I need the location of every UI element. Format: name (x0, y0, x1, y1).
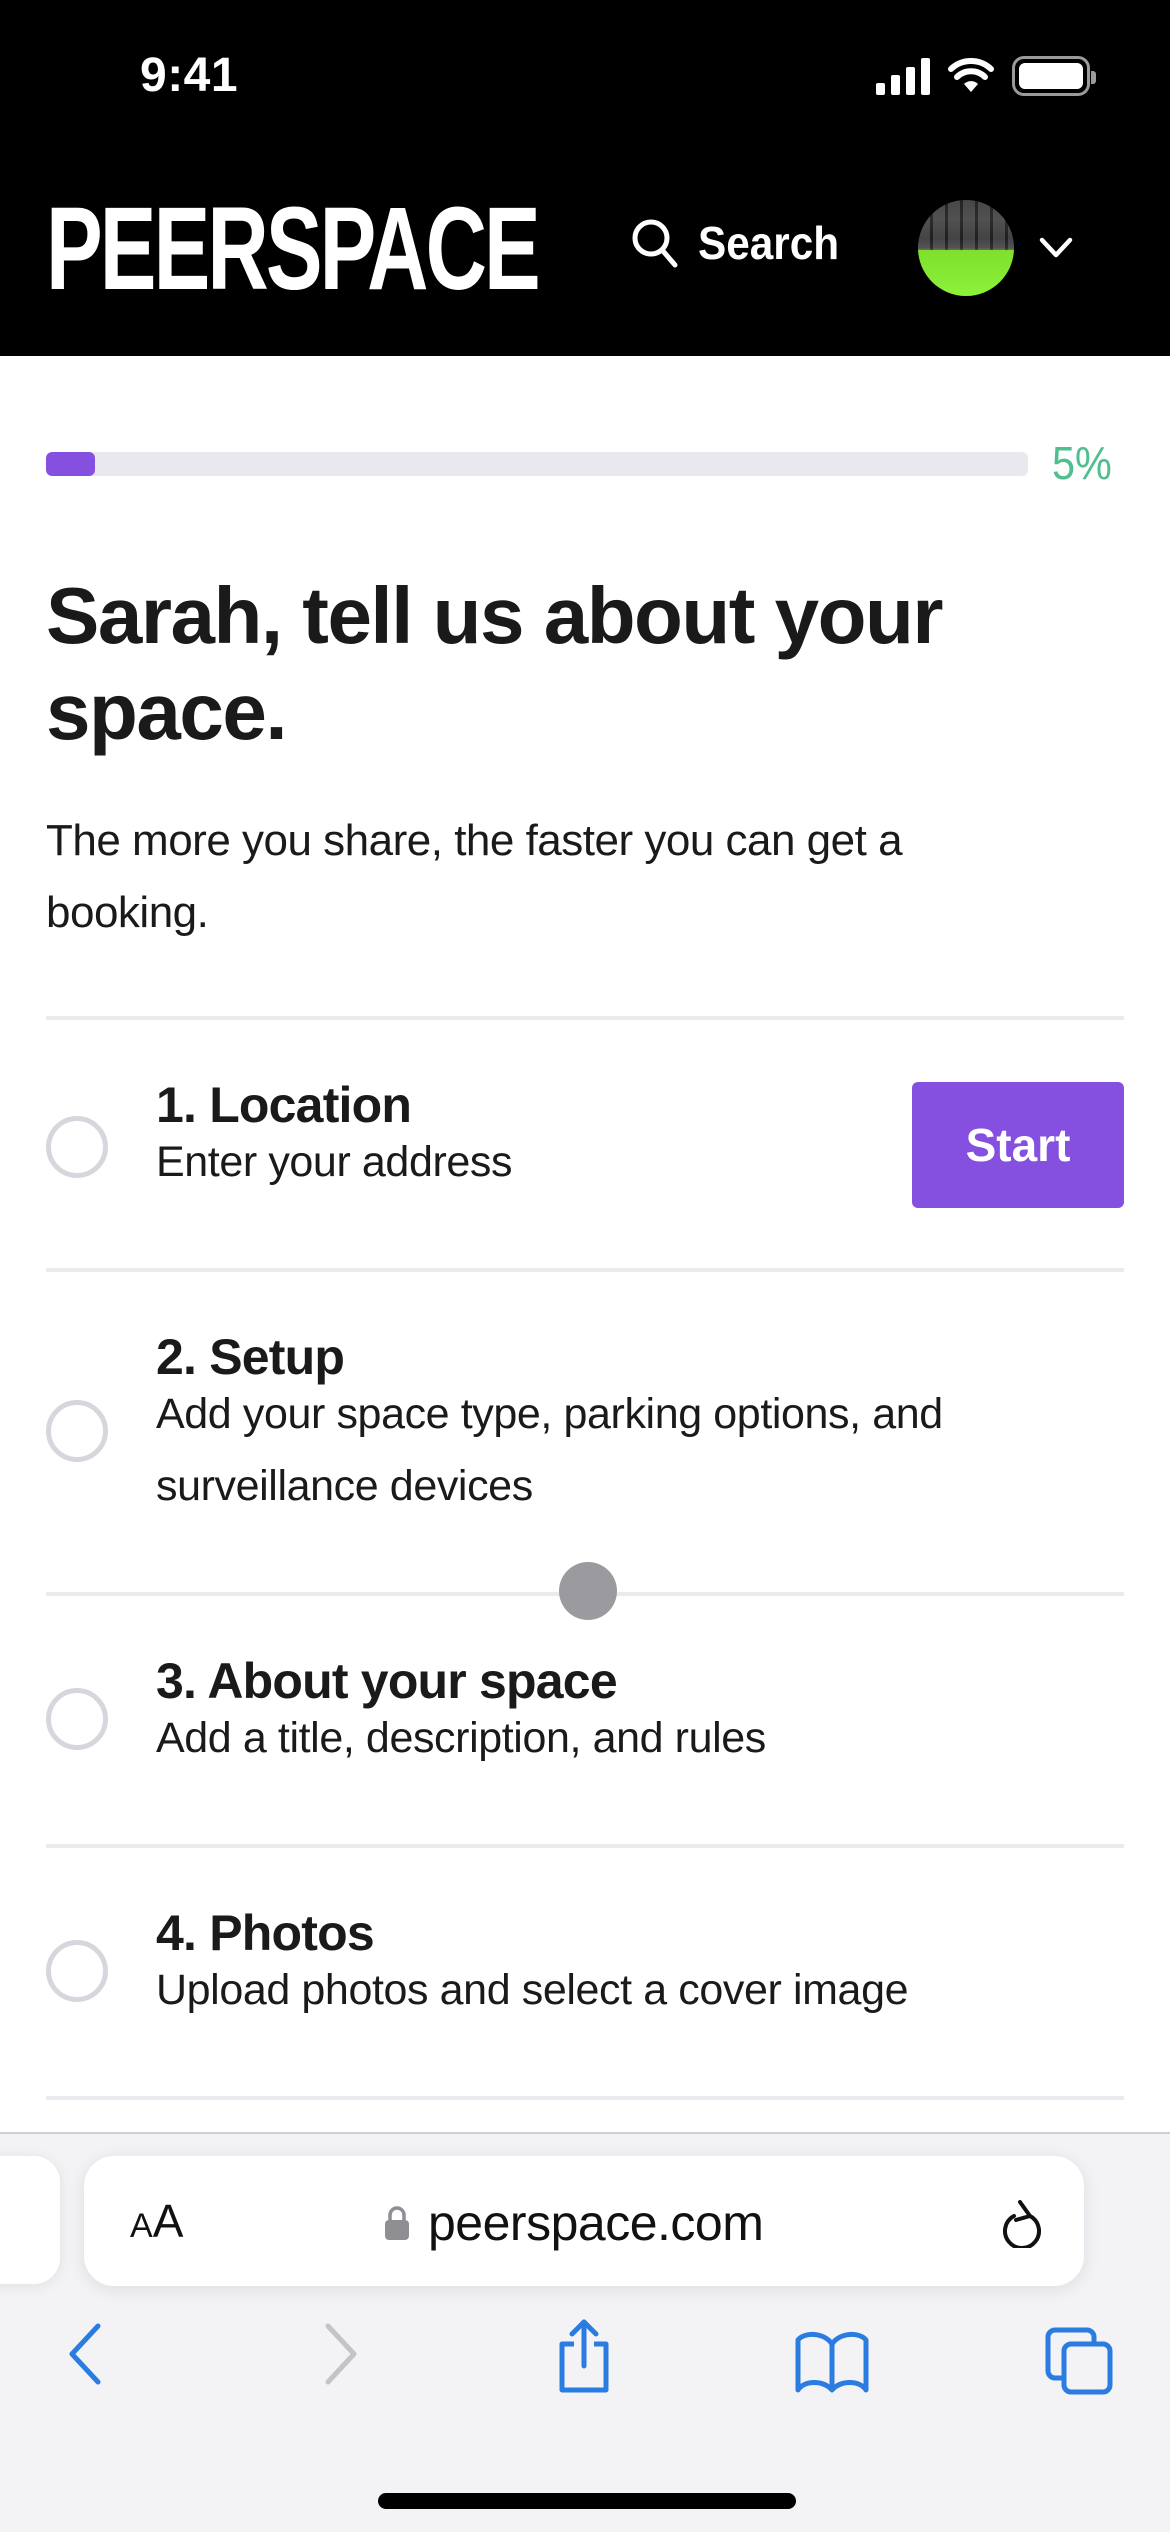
search-label: Search (698, 217, 840, 269)
step-status-radio[interactable] (46, 1400, 108, 1462)
step-status-radio[interactable] (46, 1688, 108, 1750)
text-size-button[interactable]: AA (130, 2194, 183, 2248)
step-description: Upload photos and select a cover image (156, 1966, 909, 2014)
page-subtitle: The more you share, the faster you can g… (46, 816, 903, 937)
tabs-icon[interactable] (1044, 2326, 1116, 2396)
search-icon (632, 219, 678, 268)
step-description: Add your space type, parking options, an… (156, 1390, 943, 1510)
url-display[interactable]: peerspace.com (384, 2194, 764, 2252)
step-status-radio[interactable] (46, 1116, 108, 1178)
app-header: 9:41 PEERSPACE Search (0, 0, 1170, 356)
share-icon[interactable] (552, 2318, 616, 2394)
start-button[interactable]: Start (912, 1082, 1124, 1208)
bookmarks-icon[interactable] (794, 2330, 870, 2394)
page-title: Sarah, tell us about your space. (46, 571, 944, 756)
step-status-radio[interactable] (46, 1940, 108, 2002)
forward-icon[interactable] (318, 2322, 362, 2386)
address-bar[interactable]: AA peerspace.com (84, 2156, 1084, 2286)
text-size-small-glyph: A (130, 2207, 153, 2245)
onboarding-steps: 1. Location Enter your address Start 2. … (46, 1016, 1124, 2100)
step-description: Add a title, description, and rules (156, 1714, 766, 1762)
previous-tab-preview[interactable] (0, 2156, 60, 2284)
home-indicator (378, 2493, 796, 2509)
progress-percent: 5% (1052, 437, 1112, 489)
text-size-large-glyph: A (152, 2195, 184, 2247)
battery-icon (1012, 56, 1096, 96)
progress-bar (46, 452, 1028, 476)
status-time: 9:41 (140, 49, 239, 102)
step-photos[interactable]: 4. Photos Upload photos and select a cov… (46, 1848, 1124, 2096)
search-button[interactable]: Search (630, 216, 851, 270)
cellular-signal-icon (876, 57, 930, 95)
url-text: peerspace.com (428, 2195, 764, 2251)
divider (46, 2096, 1124, 2100)
peerspace-logo[interactable]: PEERSPACE (46, 190, 541, 308)
step-about-your-space[interactable]: 3. About your space Add a title, descrip… (46, 1596, 1124, 1844)
back-icon[interactable] (64, 2322, 108, 2386)
step-setup[interactable]: 2. Setup Add your space type, parking op… (46, 1272, 1124, 1592)
progress-fill (46, 452, 96, 476)
reload-icon[interactable] (1000, 2194, 1046, 2248)
touch-indicator (559, 1562, 617, 1620)
avatar[interactable] (918, 200, 1014, 296)
chevron-down-icon[interactable] (1038, 236, 1074, 260)
lock-icon (385, 2206, 409, 2240)
status-icons (876, 56, 1096, 96)
step-location[interactable]: 1. Location Enter your address Start (46, 1020, 1124, 1268)
wifi-icon (948, 58, 994, 92)
